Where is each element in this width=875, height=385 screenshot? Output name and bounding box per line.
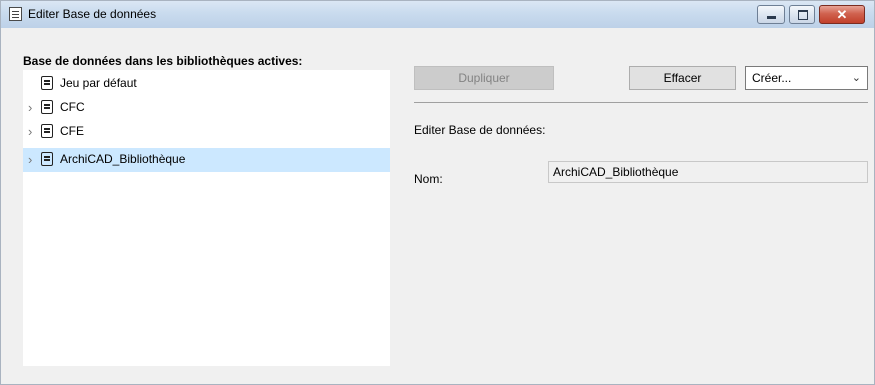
- database-icon: [41, 124, 53, 138]
- edit-section-heading: Editer Base de données:: [414, 123, 546, 137]
- database-icon: [41, 100, 53, 114]
- close-button[interactable]: ✕: [819, 5, 865, 24]
- window-app-icon: [9, 7, 22, 21]
- minimize-icon: [767, 16, 776, 19]
- chevron-right-icon[interactable]: ›: [28, 124, 32, 139]
- chevron-right-icon[interactable]: ›: [28, 152, 32, 167]
- library-tree-heading: Base de données dans les bibliothèques a…: [23, 54, 303, 68]
- divider: [414, 102, 868, 103]
- tree-item-cfe[interactable]: › CFE: [23, 120, 390, 144]
- close-icon: ✕: [836, 7, 848, 22]
- nom-field[interactable]: ArchiCAD_Bibliothèque: [548, 161, 868, 183]
- effacer-button[interactable]: Effacer: [629, 66, 736, 90]
- database-icon: [41, 76, 53, 90]
- maximize-icon: [798, 10, 808, 20]
- tree-item-label: ArchiCAD_Bibliothèque: [60, 152, 186, 166]
- tree-item-label: CFE: [60, 124, 84, 138]
- minimize-button[interactable]: [757, 5, 785, 24]
- tree-item-cfc[interactable]: › CFC: [23, 96, 390, 120]
- library-tree[interactable]: Jeu par défaut › CFC › CFE › ArchiCAD_Bi…: [23, 70, 390, 366]
- chevron-right-icon[interactable]: ›: [28, 100, 32, 115]
- window-title: Editer Base de données: [28, 7, 157, 21]
- creer-dropdown[interactable]: Créer... ⌄: [745, 66, 868, 90]
- tree-item-label: CFC: [60, 100, 85, 114]
- tree-item-archicad-bibliotheque[interactable]: › ArchiCAD_Bibliothèque: [23, 148, 390, 172]
- database-icon: [41, 152, 53, 166]
- dialog-content: Base de données dans les bibliothèques a…: [1, 28, 874, 384]
- nom-label: Nom:: [414, 172, 443, 186]
- maximize-button[interactable]: [789, 5, 815, 24]
- tree-item-label: Jeu par défaut: [60, 76, 137, 90]
- chevron-down-icon: ⌄: [851, 72, 861, 84]
- editer-base-window: Editer Base de données ✕ Base de données…: [0, 0, 875, 385]
- title-bar[interactable]: Editer Base de données ✕: [1, 1, 874, 28]
- creer-dropdown-value: Créer...: [752, 71, 792, 85]
- nom-field-value: ArchiCAD_Bibliothèque: [553, 165, 679, 179]
- dupliquer-button[interactable]: Dupliquer: [414, 66, 554, 90]
- tree-item-jeu-par-defaut[interactable]: Jeu par défaut: [23, 72, 390, 96]
